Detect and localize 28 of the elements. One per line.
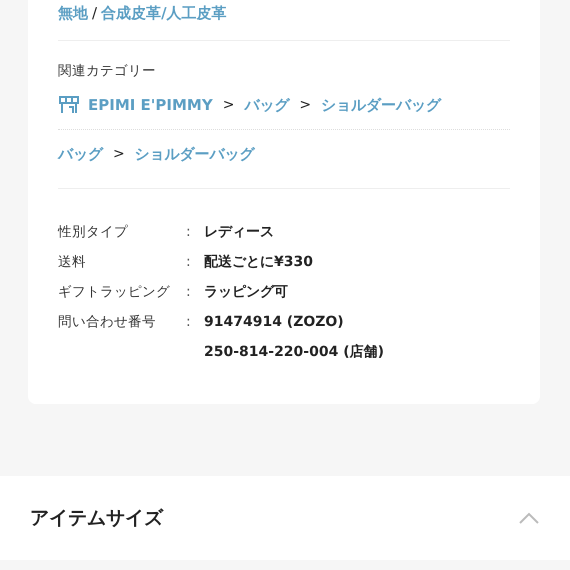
breadcrumb-link[interactable]: EPIMI E'PIMMY	[88, 96, 213, 114]
spec-label: 性別タイプ	[58, 223, 129, 242]
breadcrumb-link[interactable]: ショルダーバッグ	[321, 96, 442, 114]
spec-value: 91474914 (ZOZO)	[204, 313, 345, 332]
section-title: アイテムサイズ	[30, 506, 163, 531]
spec-value: レディース	[204, 223, 274, 242]
spec-value: 配送ごとに¥330	[204, 253, 313, 272]
spec-value: 250-814-220-004 (店舗)	[204, 342, 384, 362]
breadcrumb-link[interactable]: バッグ	[244, 96, 290, 114]
colon: :	[186, 283, 192, 302]
breadcrumb-separator: >	[299, 97, 312, 113]
section-label: 関連カテゴリー	[58, 62, 157, 81]
colon: :	[186, 313, 192, 332]
material-link[interactable]: 無地	[58, 4, 88, 22]
breadcrumb-separator: >	[222, 97, 234, 113]
colon: :	[186, 223, 192, 242]
separator: /	[92, 4, 98, 22]
breadcrumb-link[interactable]: バッグ	[58, 144, 103, 164]
shop-icon	[58, 96, 80, 114]
breadcrumb-link[interactable]: ショルダーバッグ	[134, 144, 255, 164]
spec-label: ギフトラッピング	[58, 283, 171, 302]
accordion-header[interactable]: アイテムサイズ	[0, 476, 570, 560]
colon: :	[186, 253, 192, 272]
spec-label: 問い合わせ番号	[58, 313, 157, 332]
breadcrumb-separator: >	[113, 146, 125, 162]
spec-label: 送料	[58, 253, 87, 272]
spec-value: ラッピング可	[204, 283, 288, 302]
material-link[interactable]: 合成皮革/人工皮革	[101, 4, 227, 22]
